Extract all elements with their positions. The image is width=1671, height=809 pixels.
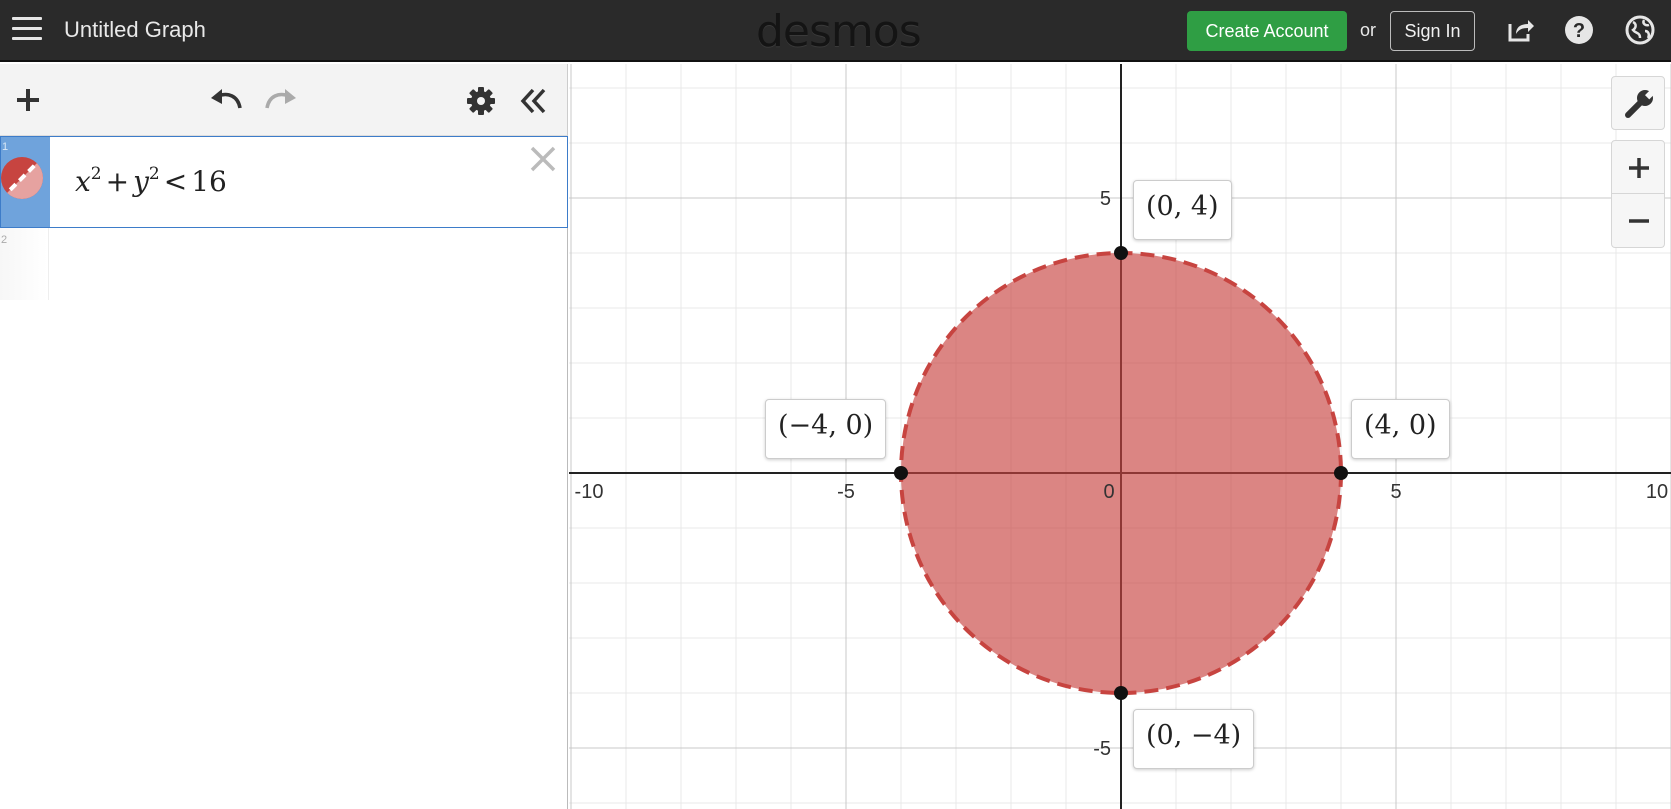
expression-row-empty[interactable]: 2 bbox=[0, 228, 568, 308]
tick-label: 5 bbox=[1100, 188, 1111, 210]
graph-paper[interactable]: -10 -5 0 5 10 5 -5 bbox=[569, 64, 1671, 809]
tick-label: -10 bbox=[575, 481, 604, 503]
redo-icon[interactable] bbox=[263, 84, 299, 114]
graph-canvas[interactable]: -10 -5 0 5 10 5 -5 (0, 4) (−4, 0) (4, 0) (0, −… bbox=[569, 64, 1671, 809]
minus-icon bbox=[1629, 219, 1649, 223]
point-marker[interactable] bbox=[1334, 466, 1348, 480]
expression-tab: 1 bbox=[1, 137, 50, 227]
menu-icon[interactable] bbox=[12, 17, 42, 43]
desmos-logo: desmos bbox=[756, 6, 922, 57]
tick-label: -5 bbox=[837, 481, 855, 503]
zoom-in-button[interactable] bbox=[1611, 140, 1665, 194]
point-label[interactable]: (0, 4) bbox=[1133, 180, 1232, 240]
point-label[interactable]: (−4, 0) bbox=[765, 399, 887, 459]
undo-icon[interactable] bbox=[208, 84, 244, 114]
wrench-icon bbox=[1625, 89, 1655, 118]
sign-in-button[interactable]: Sign In bbox=[1390, 11, 1475, 51]
language-icon[interactable] bbox=[1624, 14, 1656, 46]
expression-formula[interactable]: x2 + y2 <16 bbox=[75, 164, 227, 198]
create-account-button[interactable]: Create Account bbox=[1187, 11, 1347, 51]
plus-icon bbox=[1629, 158, 1649, 178]
expression-number: 1 bbox=[2, 141, 9, 153]
expression-toolbar bbox=[0, 64, 568, 136]
zoom-out-button[interactable] bbox=[1611, 194, 1665, 248]
expression-list: 1 x2 + y2 <16 2 bbox=[0, 136, 568, 809]
settings-gear-icon[interactable] bbox=[466, 86, 496, 116]
inequality-region[interactable] bbox=[899, 251, 1343, 695]
top-bar: Untitled Graph desmos Create Account or … bbox=[0, 0, 1671, 62]
or-text: or bbox=[1360, 20, 1377, 40]
point-label[interactable]: (0, −4) bbox=[1133, 709, 1255, 769]
help-icon[interactable]: ? bbox=[1563, 14, 1595, 46]
delete-expression-icon[interactable] bbox=[527, 143, 559, 175]
tick-label: -5 bbox=[1093, 738, 1111, 760]
expression-number: 2 bbox=[1, 234, 8, 246]
expression-row[interactable]: 1 x2 + y2 <16 bbox=[0, 136, 568, 228]
share-icon[interactable] bbox=[1504, 14, 1536, 46]
color-swatch-icon[interactable] bbox=[1, 157, 43, 199]
graph-title[interactable]: Untitled Graph bbox=[64, 17, 206, 43]
point-marker[interactable] bbox=[1114, 246, 1128, 260]
tick-label: 0 bbox=[1103, 481, 1114, 503]
point-label[interactable]: (4, 0) bbox=[1351, 399, 1450, 459]
point-marker[interactable] bbox=[1114, 686, 1128, 700]
add-expression-icon[interactable] bbox=[14, 86, 42, 114]
graph-settings-button[interactable] bbox=[1611, 76, 1665, 130]
collapse-panel-icon[interactable] bbox=[518, 86, 548, 116]
tick-label: 5 bbox=[1390, 481, 1401, 503]
expression-tab: 2 bbox=[0, 228, 49, 300]
svg-text:?: ? bbox=[1573, 20, 1585, 42]
point-marker[interactable] bbox=[894, 466, 908, 480]
tick-label: 10 bbox=[1646, 481, 1668, 503]
